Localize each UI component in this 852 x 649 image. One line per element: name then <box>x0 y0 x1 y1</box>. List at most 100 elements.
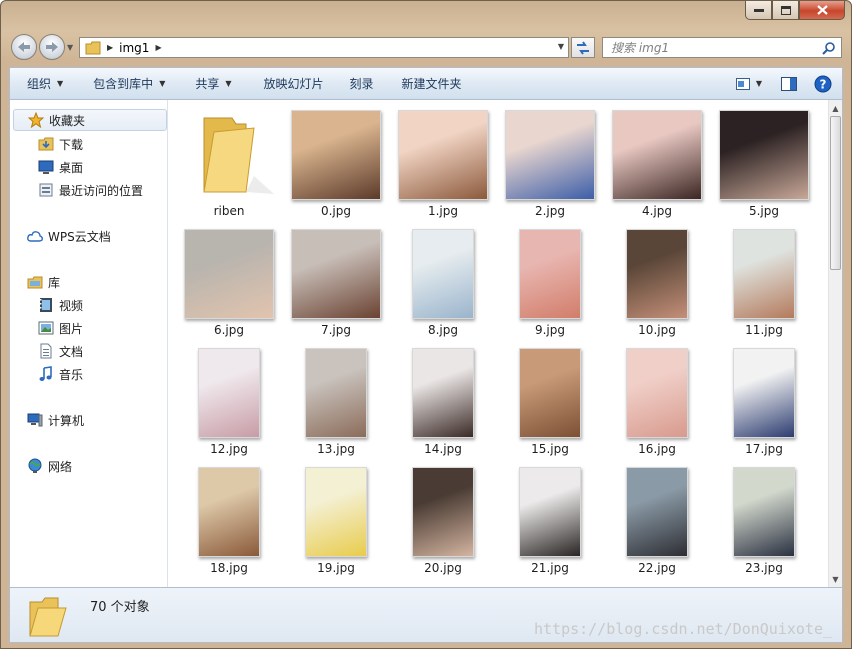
nav-computer[interactable]: 计算机 <box>27 409 84 431</box>
back-button[interactable] <box>11 34 37 60</box>
burn-button[interactable]: 刻录 <box>334 67 384 100</box>
nav-downloads[interactable]: 下载 <box>38 133 83 155</box>
navigation-pane: 收藏夹 下载 桌面 最近访问的位置 WPS云文档 库 视频 图片 文档 音乐 计… <box>10 100 168 587</box>
share-menu[interactable]: 共享 ▼ <box>175 67 241 100</box>
search-box[interactable] <box>602 37 842 58</box>
file-item[interactable]: 5.jpg <box>714 100 814 218</box>
file-item[interactable]: 20.jpg <box>393 457 493 575</box>
file-item[interactable]: 9.jpg <box>500 219 600 337</box>
image-thumbnail <box>505 229 595 319</box>
file-name-label: 1.jpg <box>427 204 459 218</box>
slideshow-label: 放映幻灯片 <box>263 77 324 91</box>
new-folder-label: 新建文件夹 <box>401 77 462 91</box>
title-bar[interactable] <box>1 1 851 29</box>
address-bar[interactable]: ▶ img1 ▶ ▼ <box>79 37 569 58</box>
search-icon[interactable] <box>822 41 836 55</box>
file-item[interactable]: 14.jpg <box>393 338 493 456</box>
file-item[interactable]: 0.jpg <box>286 100 386 218</box>
video-icon <box>38 297 54 313</box>
file-item[interactable]: 8.jpg <box>393 219 493 337</box>
share-label: 共享 <box>195 77 220 91</box>
image-thumbnail <box>719 348 809 438</box>
address-dropdown[interactable]: ▼ <box>558 42 564 51</box>
nav-favorites-label: 收藏夹 <box>49 113 86 128</box>
nav-network[interactable]: 网络 <box>27 455 72 477</box>
file-item[interactable]: 6.jpg <box>179 219 279 337</box>
music-note-icon <box>38 366 54 382</box>
scroll-down-arrow[interactable]: ▼ <box>829 572 842 586</box>
file-item[interactable]: 2.jpg <box>500 100 600 218</box>
file-item[interactable]: 13.jpg <box>286 338 386 456</box>
recent-places-icon <box>38 182 54 198</box>
image-thumbnail <box>719 229 809 319</box>
nav-favorites[interactable]: 收藏夹 <box>13 109 167 131</box>
nav-recent-places[interactable]: 最近访问的位置 <box>38 179 143 201</box>
nav-desktop-label: 桌面 <box>59 160 84 175</box>
file-item[interactable]: 11.jpg <box>714 219 814 337</box>
scroll-up-arrow[interactable]: ▲ <box>829 101 842 115</box>
file-name-label: 9.jpg <box>534 323 566 337</box>
slideshow-button[interactable]: 放映幻灯片 <box>242 67 334 100</box>
vertical-scrollbar[interactable]: ▲ ▼ <box>828 100 842 587</box>
folder-item[interactable]: riben <box>179 100 279 218</box>
refresh-button[interactable] <box>571 37 595 58</box>
folder-large-icon <box>184 110 274 200</box>
search-input[interactable] <box>611 40 821 55</box>
desktop-icon <box>38 159 54 175</box>
nav-videos[interactable]: 视频 <box>38 294 83 316</box>
image-thumbnail <box>612 229 702 319</box>
nav-pictures[interactable]: 图片 <box>38 317 83 339</box>
file-item[interactable]: 1.jpg <box>393 100 493 218</box>
image-thumbnail <box>612 348 702 438</box>
refresh-icon <box>577 40 589 55</box>
file-item[interactable]: 23.jpg <box>714 457 814 575</box>
window-controls <box>745 1 845 21</box>
breadcrumb-separator[interactable]: ▶ <box>155 43 161 52</box>
include-in-library-menu[interactable]: 包含到库中 ▼ <box>73 67 175 100</box>
breadcrumb-current[interactable]: img1 <box>119 41 149 55</box>
file-item[interactable]: 16.jpg <box>607 338 707 456</box>
file-name-label: 5.jpg <box>748 204 780 218</box>
nav-libraries[interactable]: 库 <box>27 271 60 293</box>
preview-pane-button[interactable] <box>776 68 802 99</box>
image-thumbnail <box>291 110 381 200</box>
new-folder-button[interactable]: 新建文件夹 <box>384 67 472 100</box>
nav-documents[interactable]: 文档 <box>38 340 83 362</box>
file-item[interactable]: 4.jpg <box>607 100 707 218</box>
forward-button[interactable] <box>39 34 65 60</box>
file-item[interactable]: 10.jpg <box>607 219 707 337</box>
nav-music[interactable]: 音乐 <box>38 363 83 385</box>
file-name-label: 14.jpg <box>424 442 462 456</box>
file-name-label: 0.jpg <box>320 204 352 218</box>
file-name-label: 4.jpg <box>641 204 673 218</box>
file-item[interactable]: 21.jpg <box>500 457 600 575</box>
minimize-button[interactable] <box>745 1 772 20</box>
network-icon <box>27 458 43 474</box>
file-item[interactable]: 12.jpg <box>179 338 279 456</box>
maximize-button[interactable] <box>772 1 799 20</box>
close-button[interactable] <box>799 1 845 20</box>
help-button[interactable]: ? <box>810 68 836 99</box>
file-item[interactable]: 22.jpg <box>607 457 707 575</box>
file-item[interactable]: 18.jpg <box>179 457 279 575</box>
file-list[interactable]: riben 0.jpg 1.jpg 2.jpg 4.jpg 5.jpg 6.jpg 7.jpg… <box>169 100 831 587</box>
organize-menu[interactable]: 组织 ▼ <box>10 67 73 100</box>
recent-pages-dropdown[interactable]: ▼ <box>67 43 73 52</box>
file-item[interactable]: 19.jpg <box>286 457 386 575</box>
image-thumbnail <box>505 110 595 200</box>
change-view-button[interactable] <box>730 68 756 99</box>
image-thumbnail <box>505 348 595 438</box>
file-name-label: 2.jpg <box>534 204 566 218</box>
image-thumbnail <box>612 467 702 557</box>
nav-network-label: 网络 <box>48 459 73 474</box>
file-item[interactable]: 15.jpg <box>500 338 600 456</box>
file-name-label: 17.jpg <box>745 442 783 456</box>
file-item[interactable]: 17.jpg <box>714 338 814 456</box>
nav-desktop[interactable]: 桌面 <box>38 156 83 178</box>
breadcrumb-separator[interactable]: ▶ <box>107 43 113 52</box>
view-dropdown[interactable]: ▼ <box>756 79 762 88</box>
file-item[interactable]: 7.jpg <box>286 219 386 337</box>
view-icon <box>735 77 750 90</box>
scroll-thumb[interactable] <box>830 116 841 270</box>
nav-wps-cloud[interactable]: WPS云文档 <box>27 225 111 247</box>
